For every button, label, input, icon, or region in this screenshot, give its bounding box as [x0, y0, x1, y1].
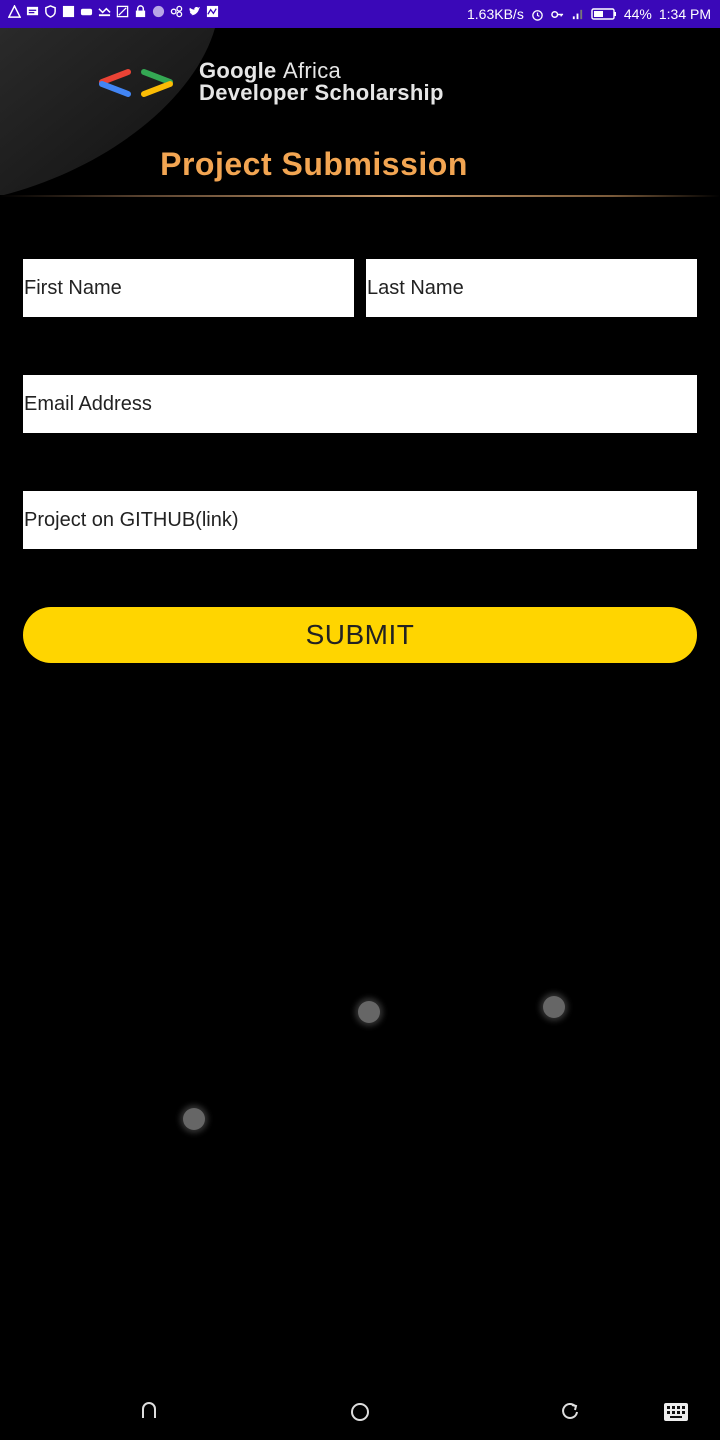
shield-icon — [45, 5, 56, 18]
touch-indicator — [183, 1108, 205, 1130]
status-bar-system: 1.63KB/s 44% 1:34 PM — [467, 5, 711, 23]
submit-label: SUBMIT — [305, 619, 415, 650]
first-name-input[interactable]: First Name — [23, 259, 354, 317]
last-name-placeholder: Last Name — [367, 276, 464, 299]
connect-icon — [170, 5, 183, 18]
status-bar: 1.63KB/s 44% 1:34 PM — [0, 0, 720, 28]
alarm-icon — [532, 9, 543, 21]
touch-indicator — [543, 996, 565, 1018]
circle-icon — [152, 5, 165, 18]
touch-indicator — [358, 1001, 380, 1023]
recents-icon[interactable] — [560, 1402, 580, 1422]
brand-line-1: Google Africa — [199, 60, 444, 82]
github-placeholder: Project on GITHUB(link) — [24, 508, 239, 531]
battery-level: 44% — [623, 6, 652, 22]
app-header: Google Africa Developer Scholarship Proj… — [0, 28, 720, 200]
network-speed: 1.63KB/s — [467, 6, 524, 22]
square-icon — [62, 5, 75, 18]
back-icon[interactable] — [140, 1402, 158, 1420]
navigation-bar — [0, 1384, 720, 1440]
clock: 1:34 PM — [658, 6, 711, 22]
missed-call-icon — [98, 7, 111, 17]
last-name-input[interactable]: Last Name — [366, 259, 697, 317]
email-input[interactable]: Email Address — [23, 375, 697, 433]
battery-icon — [591, 8, 616, 20]
brand-line-2: Developer Scholarship — [199, 80, 444, 105]
voicemail-icon — [80, 8, 93, 16]
email-placeholder: Email Address — [24, 392, 152, 415]
activity-icon — [206, 5, 219, 18]
submit-button[interactable]: SUBMIT — [23, 607, 697, 663]
header-divider — [0, 195, 720, 197]
keyboard-icon[interactable] — [664, 1403, 688, 1421]
message-icon — [26, 6, 39, 16]
signal-icon — [572, 9, 582, 19]
first-name-placeholder: First Name — [24, 276, 122, 299]
key-icon — [551, 10, 563, 18]
github-link-input[interactable]: Project on GITHUB(link) — [23, 491, 697, 549]
screenshot-icon — [116, 5, 129, 18]
brand-text: Google Africa Developer Scholarship — [199, 60, 444, 104]
home-icon[interactable] — [350, 1402, 370, 1422]
gads-logo-icon — [99, 69, 173, 97]
twitter-icon — [188, 6, 201, 16]
warning-icon — [8, 5, 21, 18]
lock-icon — [135, 5, 146, 18]
page-title: Project Submission — [160, 146, 468, 182]
status-bar-notifications — [8, 5, 219, 18]
